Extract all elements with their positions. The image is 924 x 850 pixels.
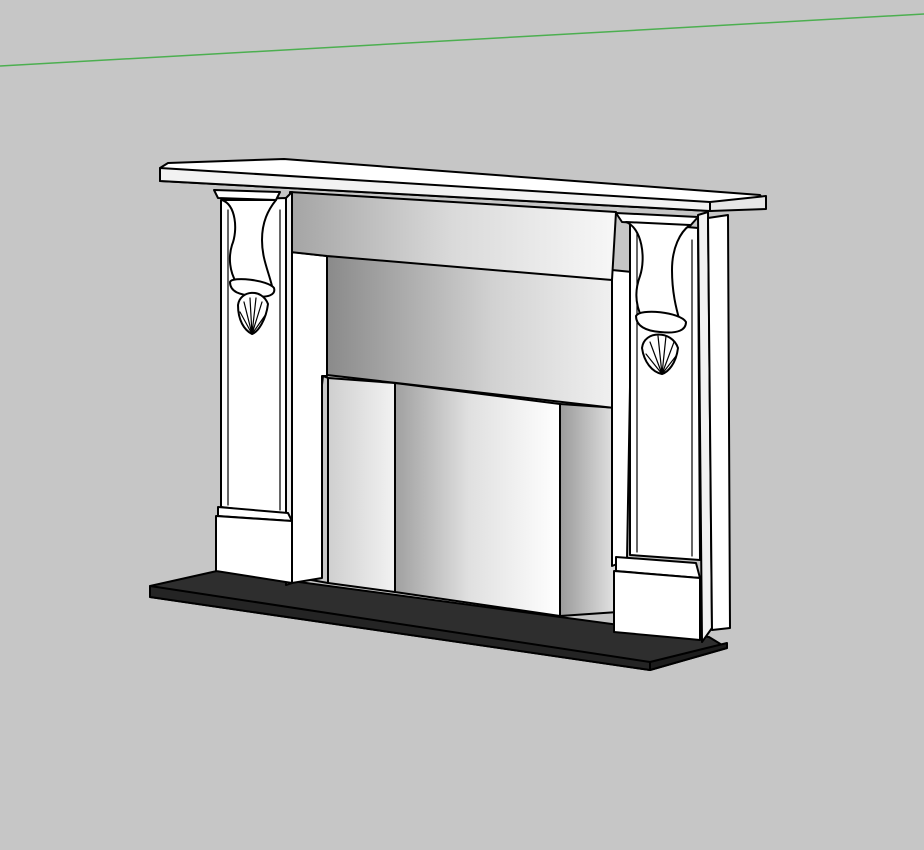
green-axis-line [0,13,924,67]
firebox-opening [299,375,619,617]
fireplace-model[interactable] [0,0,924,850]
modeling-viewport[interactable] [0,0,924,850]
